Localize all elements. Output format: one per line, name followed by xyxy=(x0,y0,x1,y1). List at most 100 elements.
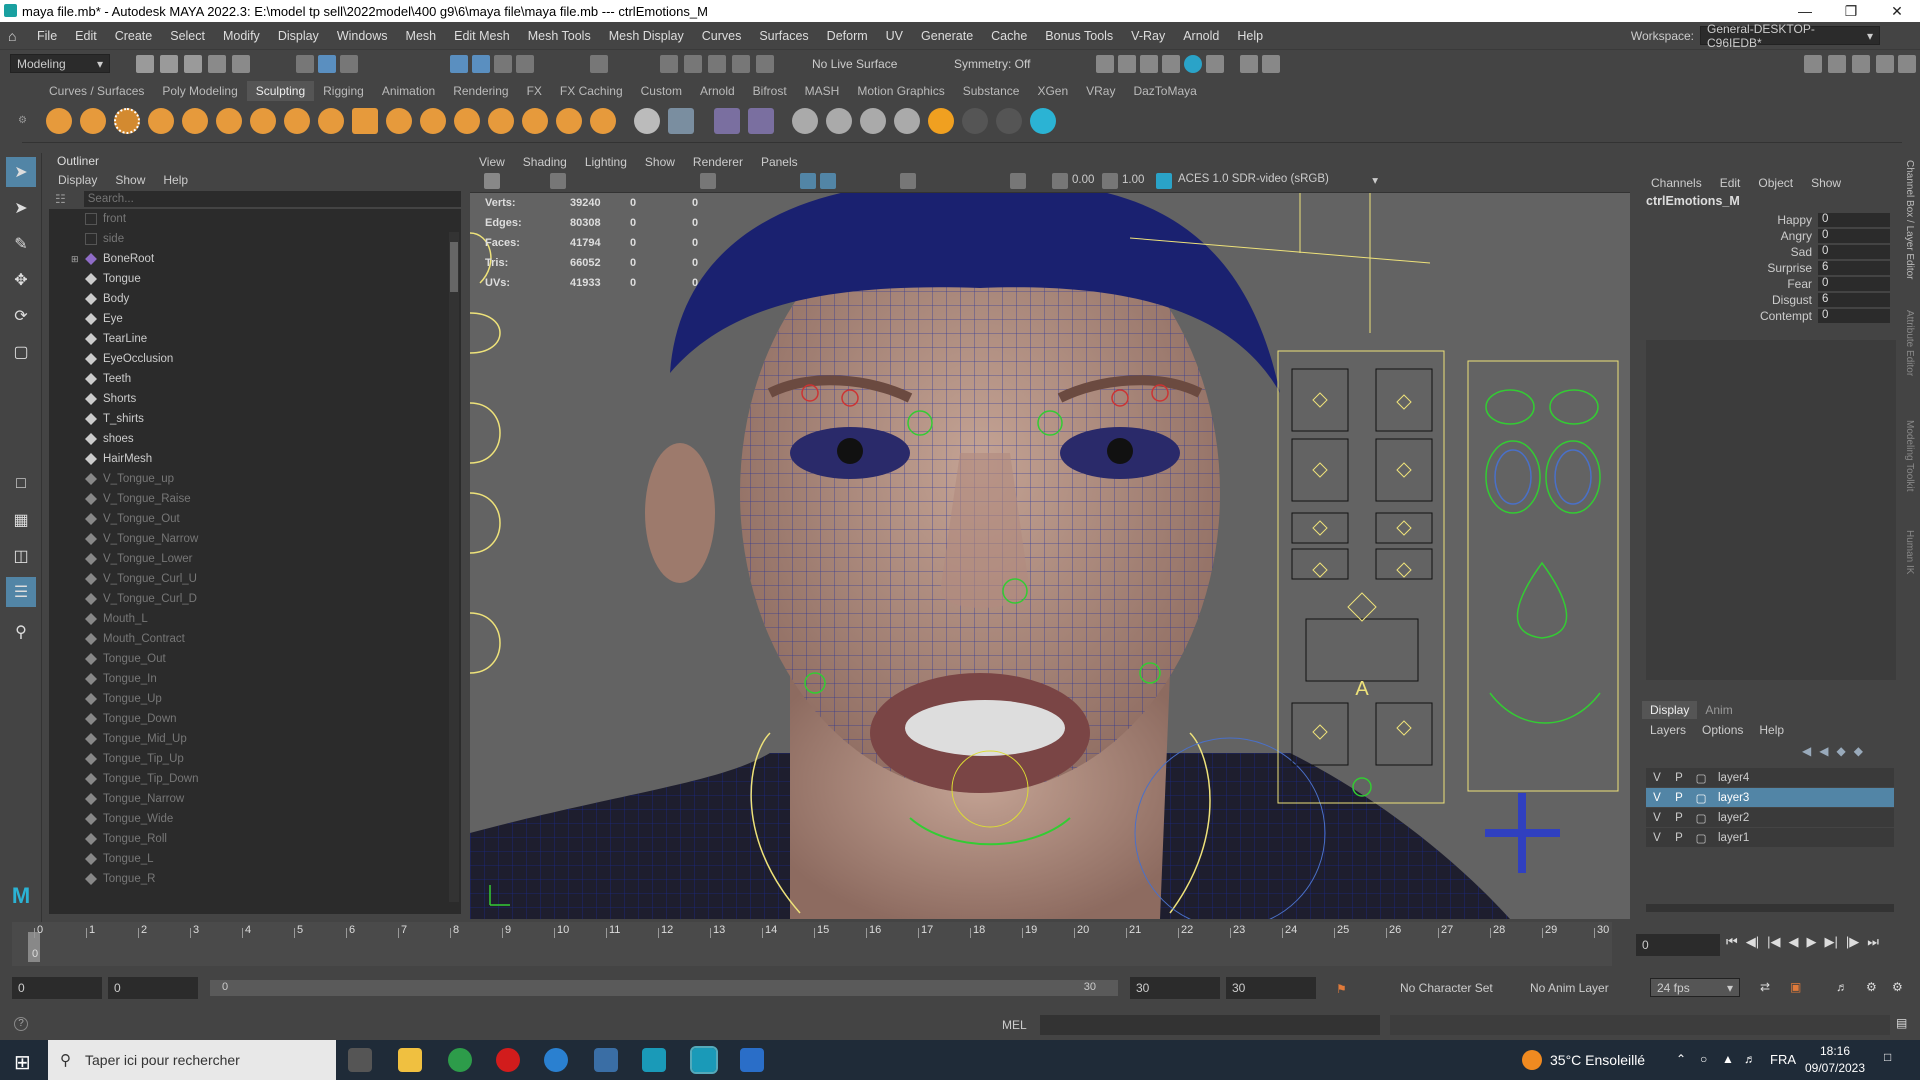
panel-ellipse-3[interactable] xyxy=(1485,440,1541,514)
list-item-tongue-l[interactable]: Tongue_L xyxy=(49,849,461,869)
play-forward-icon[interactable]: ▶ xyxy=(1806,934,1816,950)
auto-key-icon[interactable]: ▣ xyxy=(1790,980,1801,994)
panel-ellipse-4[interactable] xyxy=(1545,440,1601,514)
face-panel-left[interactable] xyxy=(1277,350,1445,804)
redo-icon[interactable] xyxy=(232,55,250,73)
menu-edit[interactable]: Edit xyxy=(66,29,106,43)
knife-tool-icon[interactable] xyxy=(488,108,514,134)
attr-surprise[interactable]: Surprise 6 xyxy=(1642,260,1892,276)
viewport-3d[interactable]: A Verts: 39240 0 0 Edges: 80308 0 0 Faces: 4179… xyxy=(470,193,1630,919)
list-item-v-tongue-curl-u[interactable]: V_Tongue_Curl_U xyxy=(49,569,461,589)
scene-end-field[interactable]: 30 xyxy=(1226,977,1316,999)
grab-tool-icon[interactable] xyxy=(148,108,174,134)
weather-text[interactable]: 35°C Ensoleillé xyxy=(1550,1052,1645,1068)
go-to-end-icon[interactable]: ⏭ xyxy=(1867,934,1879,950)
help-icon[interactable]: ? xyxy=(14,1017,28,1031)
command-input[interactable] xyxy=(1040,1015,1380,1035)
layer-scrollbar[interactable] xyxy=(1646,904,1894,912)
lock-icon[interactable] xyxy=(590,55,608,73)
panel-diamond-6[interactable] xyxy=(1396,520,1412,536)
mel-label[interactable]: MEL xyxy=(1002,1018,1027,1032)
vray-tool-4-icon[interactable] xyxy=(894,108,920,134)
move-layer-up-icon[interactable]: ◀ xyxy=(1802,744,1811,758)
bulge-tool-icon[interactable] xyxy=(556,108,582,134)
menu-mesh-display[interactable]: Mesh Display xyxy=(600,29,693,43)
uv-mask-icon[interactable] xyxy=(516,55,534,73)
new-layer-icon[interactable]: ◆ xyxy=(1836,744,1845,758)
layer-color-swatch[interactable]: ▢ xyxy=(1690,831,1712,845)
list-item-tongue-in[interactable]: Tongue_In xyxy=(49,669,461,689)
t-pose-tool-icon[interactable] xyxy=(1030,108,1056,134)
menu-arnold[interactable]: Arnold xyxy=(1174,29,1228,43)
grid-toggle-icon[interactable] xyxy=(700,173,716,189)
viewport-menu-show[interactable]: Show xyxy=(636,155,684,169)
menu-help[interactable]: Help xyxy=(1228,29,1272,43)
panel-diamond-11[interactable] xyxy=(1396,720,1412,736)
channel-box-icon[interactable] xyxy=(1898,55,1916,73)
menu-uv[interactable]: UV xyxy=(877,29,912,43)
vray-tool-2-icon[interactable] xyxy=(826,108,852,134)
anim-layer-dropdown[interactable]: No Anim Layer xyxy=(1530,981,1609,995)
attr-contempt[interactable]: Contempt 0 xyxy=(1642,308,1892,324)
snap-view-icon[interactable] xyxy=(756,55,774,73)
layer-color-swatch[interactable]: ▢ xyxy=(1690,771,1712,785)
panel-ellipse-2[interactable] xyxy=(1549,389,1599,425)
rotate-tool-icon[interactable]: ⟳ xyxy=(6,301,36,331)
attr-angry[interactable]: Angry 0 xyxy=(1642,228,1892,244)
viewport-menu-renderer[interactable]: Renderer xyxy=(684,155,752,169)
viewport-menu-view[interactable]: View xyxy=(470,155,514,169)
exposure-icon[interactable] xyxy=(1052,173,1068,189)
shelf-tab-xgen[interactable]: XGen xyxy=(1028,81,1077,101)
menu-mesh-tools[interactable]: Mesh Tools xyxy=(519,29,600,43)
list-item-t-shirts[interactable]: T_shirts xyxy=(49,409,461,429)
key-icon[interactable]: ⚑ xyxy=(1336,982,1347,996)
maximize-icon[interactable]: ❐ xyxy=(1828,0,1874,22)
outliner-layout-icon[interactable]: ☰ xyxy=(6,577,36,607)
list-item-mouth-l[interactable]: Mouth_L xyxy=(49,609,461,629)
panel-diamond-1[interactable] xyxy=(1312,392,1328,408)
scrollbar-thumb[interactable] xyxy=(450,242,458,292)
notifications-icon[interactable]: □ xyxy=(1884,1050,1891,1064)
menu-deform[interactable]: Deform xyxy=(818,29,877,43)
visibility-toggle[interactable]: V xyxy=(1646,792,1668,804)
bookmark-icon[interactable] xyxy=(550,173,566,189)
render-settings-icon[interactable] xyxy=(1162,55,1180,73)
menu-vray[interactable]: V-Ray xyxy=(1122,29,1174,43)
step-back-key-icon[interactable]: ◀| xyxy=(1746,934,1759,950)
layer-color-swatch[interactable]: ▢ xyxy=(1690,791,1712,805)
shelf-tab-mash[interactable]: MASH xyxy=(796,81,849,101)
panel-ellipse-1[interactable] xyxy=(1485,389,1535,425)
smear-tool-icon[interactable] xyxy=(522,108,548,134)
volume-icon[interactable]: ♬ xyxy=(1744,1052,1756,1066)
isolate-select-icon[interactable] xyxy=(1010,173,1026,189)
list-item-side[interactable]: side xyxy=(49,229,461,249)
list-item-v-tongue-curl-d[interactable]: V_Tongue_Curl_D xyxy=(49,589,461,609)
foamy-tool-icon[interactable] xyxy=(250,108,276,134)
visibility-toggle[interactable]: V xyxy=(1646,812,1668,824)
shelf-tab-poly-modeling[interactable]: Poly Modeling xyxy=(153,81,246,101)
pinch-tool-icon[interactable] xyxy=(182,108,208,134)
attr-happy[interactable]: Happy 0 xyxy=(1642,212,1892,228)
list-item-tongue-tip-down[interactable]: Tongue_Tip_Down xyxy=(49,769,461,789)
layer-row-layer4[interactable]: V P ▢ layer4 xyxy=(1646,768,1894,787)
number-five-icon[interactable] xyxy=(928,108,954,134)
panel-diamond-7[interactable] xyxy=(1312,562,1328,578)
hypershade-icon[interactable] xyxy=(1184,55,1202,73)
attr-value[interactable]: 0 xyxy=(1818,213,1890,227)
side-tab-human-ik[interactable]: Human IK xyxy=(1904,530,1915,590)
list-item-front[interactable]: front xyxy=(49,209,461,229)
panel-eye-inner-r[interactable] xyxy=(1554,449,1592,505)
attr-value[interactable]: 6 xyxy=(1818,261,1890,275)
list-item-v-tongue-narrow[interactable]: V_Tongue_Narrow xyxy=(49,529,461,549)
render-frame-icon[interactable] xyxy=(1096,55,1114,73)
list-item-eye[interactable]: Eye xyxy=(49,309,461,329)
layer-name[interactable]: layer2 xyxy=(1718,812,1749,824)
outliner-menu-show[interactable]: Show xyxy=(106,173,154,187)
menu-edit-mesh[interactable]: Edit Mesh xyxy=(445,29,519,43)
home-icon[interactable]: ⌂ xyxy=(8,28,28,44)
mode-dropdown[interactable]: Modeling ▾ xyxy=(10,54,110,73)
side-tab-attribute-editor[interactable]: Attribute Editor xyxy=(1904,310,1915,410)
panel-diamond-8[interactable] xyxy=(1396,562,1412,578)
panel-diamond-2[interactable] xyxy=(1396,394,1412,410)
panel-cross[interactable] xyxy=(1485,793,1560,873)
